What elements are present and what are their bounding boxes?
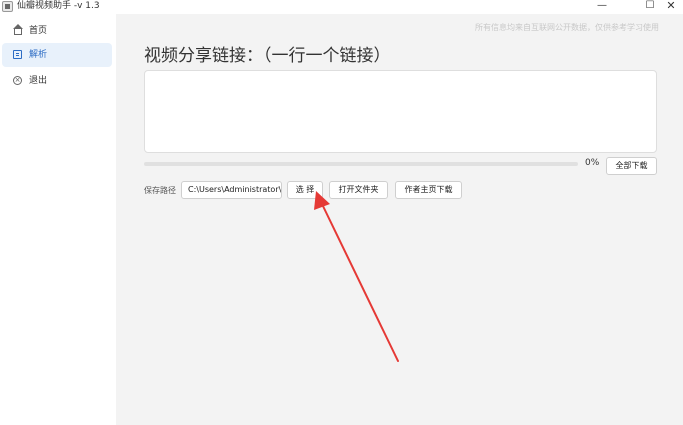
document-icon — [13, 50, 22, 59]
minimize-button[interactable]: — — [590, 0, 614, 14]
sidebar-item-label: 解析 — [29, 50, 48, 60]
link-input-area[interactable] — [144, 70, 657, 153]
page-title: 视频分享链接：（一行一个链接） — [144, 46, 391, 66]
sidebar-item-parse[interactable]: 解析 — [2, 43, 112, 67]
disclaimer-text: 所有信息均来自互联网公开数据，仅供参考学习使用 — [475, 23, 659, 32]
exit-icon: × — [13, 76, 22, 85]
download-all-button[interactable]: 全部下载 — [606, 157, 657, 175]
progress-percent: 0% — [585, 158, 600, 168]
sidebar-item-exit[interactable]: × 退出 — [2, 69, 112, 93]
window-title: 仙瓣视频助手 -v 1.3 — [17, 1, 100, 11]
select-path-button[interactable]: 选 择 — [287, 181, 323, 199]
sidebar-item-home[interactable]: 首页 — [2, 19, 112, 43]
main-panel: 所有信息均来自互联网公开数据，仅供参考学习使用 视频分享链接：（一行一个链接） … — [116, 14, 683, 425]
save-path-label: 保存路径 — [144, 186, 176, 195]
download-progress-bar — [144, 162, 578, 166]
sidebar-item-label: 首页 — [29, 26, 48, 36]
sidebar-item-label: 退出 — [29, 76, 48, 86]
close-button[interactable]: ✕ — [659, 0, 683, 14]
sidebar: 首页 解析 × 退出 — [0, 14, 116, 425]
save-path-input[interactable]: C:\Users\Administrator\D — [181, 181, 282, 199]
home-icon — [13, 24, 23, 35]
open-folder-button[interactable]: 打开文件夹 — [329, 181, 388, 199]
app-icon — [2, 1, 13, 12]
author-page-download-button[interactable]: 作者主页下载 — [395, 181, 462, 199]
title-bar: 仙瓣视频助手 -v 1.3 — ☐ ✕ — [0, 0, 683, 14]
